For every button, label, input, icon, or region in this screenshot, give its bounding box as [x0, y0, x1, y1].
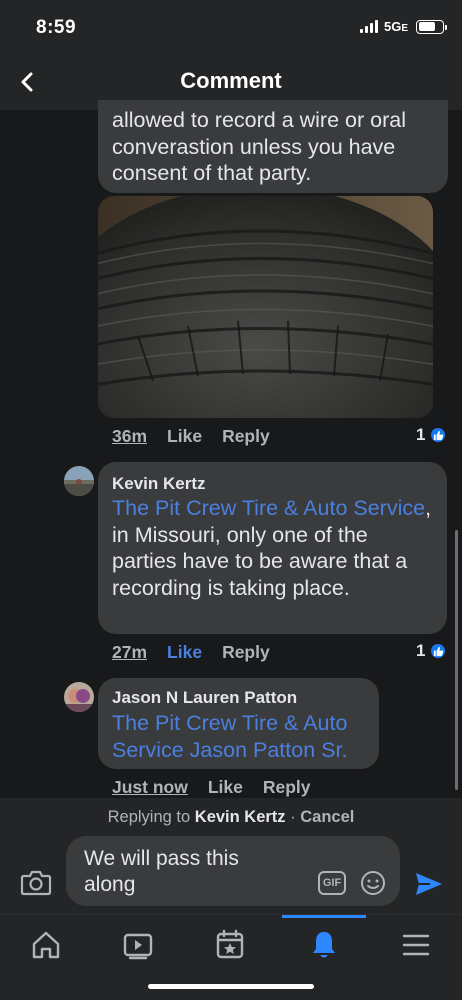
comment-body: The Pit Crew Tire & Auto Service Jason P… [112, 710, 374, 763]
send-button[interactable] [414, 870, 444, 898]
status-bar: 8:59 5GE [0, 0, 462, 56]
camera-button[interactable] [20, 868, 52, 896]
send-icon [416, 873, 442, 895]
comment-author[interactable]: Kevin Kertz [112, 474, 206, 494]
gif-button[interactable]: GIF [318, 871, 346, 895]
network-label: 5GE [383, 19, 408, 34]
status-time: 8:59 [36, 17, 77, 38]
camera-icon [20, 870, 52, 896]
reply-button[interactable]: Reply [222, 642, 270, 663]
signal-icon [359, 20, 378, 33]
status-indicators: 5GE [359, 19, 447, 34]
active-tab-indicator [282, 915, 366, 918]
home-icon [32, 931, 60, 959]
page-title: Comment [180, 68, 282, 93]
mention-link[interactable]: The Pit Crew Tire & Auto Service [112, 496, 425, 520]
comment-photo[interactable] [98, 196, 433, 418]
mention-link[interactable]: The Pit Crew Tire & Auto Service Jason P… [112, 711, 347, 762]
avatar[interactable] [64, 682, 94, 712]
original-comment-actions: 36m Like Reply [112, 426, 270, 447]
comment-author[interactable]: Jason N Lauren Patton [112, 688, 297, 708]
tab-watch[interactable] [118, 925, 158, 965]
like-button[interactable]: Like [167, 642, 202, 663]
reply-bubble[interactable]: Kevin Kertz The Pit Crew Tire & Auto Ser… [98, 462, 447, 634]
reply-button[interactable]: Reply [222, 426, 270, 447]
comment-input[interactable]: We will pass this along GIF [66, 836, 400, 906]
comment-input-value: We will pass this along [84, 847, 239, 896]
smiley-icon [361, 871, 385, 895]
tab-notifications[interactable] [304, 925, 344, 965]
replying-to-line: Replying to Kevin Kertz · Cancel [107, 808, 355, 826]
bell-icon [313, 932, 335, 958]
original-comment-text: allowed to record a wire or oral convera… [112, 108, 406, 185]
scrollbar[interactable] [455, 530, 458, 790]
reply-actions: 27m Like Reply [112, 642, 270, 663]
marketplace-icon [216, 929, 244, 959]
reaction-count[interactable]: 1 [416, 425, 448, 445]
video-icon [123, 933, 153, 960]
like-reaction-icon [429, 642, 448, 660]
tab-marketplace[interactable] [210, 925, 250, 965]
replying-to-name: Kevin Kertz [194, 808, 286, 826]
tab-home[interactable] [26, 925, 66, 965]
home-indicator [148, 984, 314, 989]
battery-icon [416, 19, 447, 34]
original-comment-bubble[interactable]: allowed to record a wire or oral convera… [98, 100, 448, 193]
like-button[interactable]: Like [208, 777, 243, 798]
reaction-count[interactable]: 1 [416, 641, 448, 661]
comment-timestamp[interactable]: 36m [112, 426, 147, 447]
emoji-button[interactable] [359, 869, 387, 897]
reply-bubble[interactable]: Jason N Lauren Patton The Pit Crew Tire … [98, 678, 379, 769]
avatar[interactable] [64, 466, 94, 496]
menu-icon [402, 934, 430, 956]
tire-photo-image [98, 196, 433, 418]
reply-button[interactable]: Reply [263, 777, 311, 798]
tab-menu[interactable] [396, 925, 436, 965]
comment-body: The Pit Crew Tire & Auto Service, in Mis… [112, 496, 432, 600]
comment-timestamp[interactable]: 27m [112, 642, 147, 663]
cancel-button[interactable]: Cancel [300, 808, 354, 826]
reply-composer: Replying to Kevin Kertz · Cancel We will… [0, 798, 462, 914]
like-button[interactable]: Like [167, 426, 202, 447]
reply-actions: Just now Like Reply [112, 777, 311, 798]
like-reaction-icon [429, 426, 448, 444]
comment-timestamp[interactable]: Just now [112, 777, 188, 798]
